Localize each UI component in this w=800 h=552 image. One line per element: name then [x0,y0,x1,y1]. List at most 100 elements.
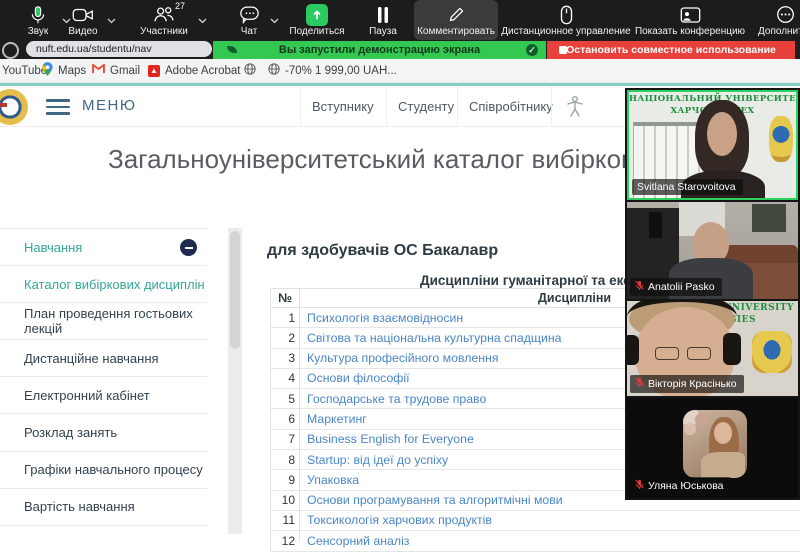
pause-share-label: Пауза [360,26,406,38]
bookmark-globe[interactable] [244,59,256,82]
bookmark-label: Adobe Acrobat [165,65,240,77]
menu-label[interactable]: МЕНЮ [82,97,137,114]
sidebar-item-label: Вартість навчання [24,499,135,514]
stop-icon [559,46,567,54]
pencil-icon [414,0,498,26]
show-conference-icon [630,0,750,26]
scrollbar-thumb[interactable] [230,231,240,349]
sidebar-section-navchannia[interactable]: Навчання [0,229,207,266]
chat-label: Чат [225,26,273,38]
stop-sharing-button[interactable]: Остановить совместное использование [547,41,795,59]
camera-icon [58,0,108,26]
discipline-link[interactable]: Маркетинг [307,412,367,426]
bookmark-gmail[interactable]: Gmail [92,59,140,82]
accessibility-icon[interactable] [565,95,585,122]
pause-icon [360,0,406,26]
nav-studentu[interactable]: Студенту [398,99,454,114]
sidebar-item-label: Розклад занять [24,425,117,440]
bookmark-youtube[interactable]: YouTube [2,59,47,82]
sidebar-section-label: Навчання [24,240,82,255]
banner-row: nuft.edu.ua/studentu/nav Вы запустили де… [0,40,800,59]
show-conference-button[interactable]: Показать конференцию [630,0,750,40]
discipline-link[interactable]: Сенсорний аналіз [307,534,409,548]
sidebar-item-catalog[interactable]: Каталог вибіркових дисциплін [0,266,207,303]
participant-name: Вікторія Красінько [648,378,737,390]
participant-name-label: Svitlana Starovoitova [632,179,743,195]
video-tile-uliana[interactable]: Уляна Юськова [627,398,798,498]
discipline-link[interactable]: Основи філософії [307,371,410,385]
video-tile-anatolii[interactable]: Anatolii Pasko [627,202,798,299]
participant-name-label: Уляна Юськова [630,477,731,495]
more-icon [758,0,800,26]
sidebar-item-e-cabinet[interactable]: Електронний кабінет [0,377,207,414]
zoom-toolbar: Звук Видео Участники 27 Чат [0,0,800,40]
sidebar-item-label: Графіки навчального процесу [24,462,203,477]
chat-chevron-icon[interactable] [270,11,279,29]
bookmark-label: Gmail [110,65,140,77]
video-tile-svitlana[interactable]: НАЦІОНАЛЬНИЙ УНІВЕРСИТЕТ ХАРЧОВИХ ТЕХ Sv… [627,90,798,200]
bookmark-label: Maps [58,65,86,77]
pause-share-button[interactable]: Пауза [360,0,406,40]
participant-name: Anatolii Pasko [648,281,715,293]
chat-icon [225,0,273,26]
video-tile-viktoriia[interactable]: UNIVERSITY OLOGIES Вікторія Красінько [627,301,798,396]
video-button[interactable]: Видео [58,0,108,40]
table-row: 11Токсикологія харчових продуктів [271,511,800,531]
nav-vstupnyku[interactable]: Вступнику [312,99,374,114]
header-divider [386,86,387,126]
chat-button[interactable]: Чат [225,0,273,40]
browser-extension-icon [2,42,19,59]
sidebar-item-distance-learning[interactable]: Дистанційне навчання [0,340,207,377]
discipline-link[interactable]: Business English for Everyone [307,432,474,446]
show-conference-label: Показать конференцию [630,26,750,38]
remote-control-button[interactable]: Дистанционное управление [490,0,642,40]
participants-chevron-icon[interactable] [198,11,207,29]
sharing-status-banner: Вы запустили демонстрацию экрана ✓ [213,41,546,59]
room-frame [752,204,786,232]
discipline-link[interactable]: Психологія взаємовідносин [307,311,463,325]
headphone-cup [627,335,639,365]
discipline-link[interactable]: Основи програмування та алгоритмічні мов… [307,493,563,507]
discipline-link[interactable]: Культура професійного мовлення [307,351,498,365]
discipline-link[interactable]: Токсикологія харчових продуктів [307,513,492,527]
more-button[interactable]: Дополнит [758,0,800,40]
discipline-link[interactable]: Світова та національна культурна спадщин… [307,331,562,345]
participant-face [707,112,737,156]
col-number-header: № [271,291,299,305]
sidebar-item-schedule[interactable]: Розклад занять [0,414,207,451]
share-screen-button[interactable]: Поделиться [288,0,346,40]
participants-button[interactable]: Участники 27 [133,0,195,40]
header-divider [300,86,301,126]
sidebar-item-guest-lectures[interactable]: План проведення гостьових лекцій [0,303,207,340]
address-bar[interactable]: nuft.edu.ua/studentu/nav [26,41,212,57]
sidebar-item-process-graphics[interactable]: Графіки навчального процесу [0,452,207,489]
sidebar-item-label: Електронний кабінет [24,388,150,403]
discipline-link[interactable]: Упаковка [307,473,359,487]
video-chevron-icon[interactable] [107,11,116,29]
participant-name-label: Вікторія Красінько [630,375,744,393]
hamburger-menu-icon[interactable] [46,95,70,119]
bookmark-shop[interactable]: -70% 1 999,00 UAH... [268,59,397,82]
room-speaker [649,212,662,238]
stop-sharing-label: Остановить совместное использование [566,44,776,56]
nav-spivrobitnyku[interactable]: Співробітнику [469,99,553,114]
participant-name-label: Anatolii Pasko [630,278,722,296]
glasses [687,347,711,360]
discipline-link[interactable]: Startup: від ідеї до успіху [307,453,448,467]
collapse-section-button[interactable] [180,239,197,256]
university-logo[interactable] [0,89,28,125]
acrobat-icon: ▲ [148,65,160,77]
annotate-button[interactable]: Комментировать [414,0,498,40]
bookmark-maps[interactable]: Maps [42,59,86,82]
discipline-link[interactable]: Господарське та трудове право [307,392,486,406]
annotate-label: Комментировать [414,26,498,38]
bookmark-acrobat[interactable]: ▲ Adobe Acrobat [148,59,240,82]
globe-icon [268,63,280,78]
address-url: nuft.edu.ua/studentu/nav [36,43,152,55]
participants-icon [133,0,195,26]
table-row: 12Сенсорний аналіз [271,531,800,551]
video-strip: НАЦІОНАЛЬНИЙ УНІВЕРСИТЕТ ХАРЧОВИХ ТЕХ Sv… [625,88,800,500]
sidebar-item-tuition[interactable]: Вартість навчання [0,489,207,526]
share-screen-label: Поделиться [288,26,346,38]
headphone-cup [723,333,741,365]
